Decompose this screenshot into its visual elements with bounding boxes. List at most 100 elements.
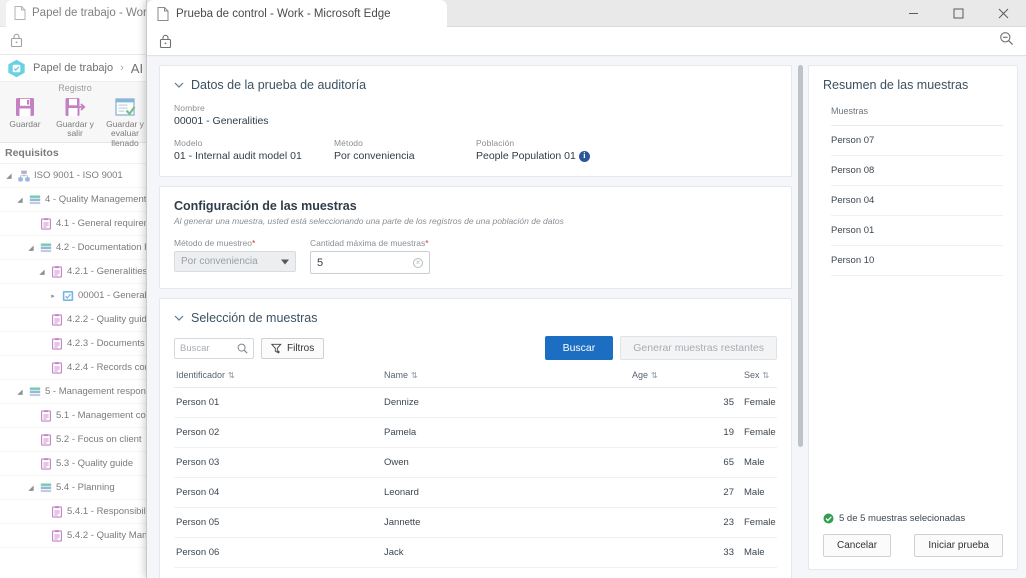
chevron-down-icon [174, 82, 184, 88]
requirements-tree[interactable]: ◢ ISO 9001 - ISO 9001 ◢ 4 - Quality Managem… [0, 164, 150, 548]
tree-item[interactable]: ◢ 4.2.1 - Generalities [0, 260, 150, 284]
table-row[interactable]: Person 03 Owen 65 Male [174, 447, 777, 478]
tree-twisty-expanded[interactable]: ◢ [26, 484, 36, 492]
table-row[interactable]: Person 06 Jack 33 Male [174, 537, 777, 568]
tree-item-label: 5.2 - Focus on client [56, 434, 142, 445]
tree-item-label: 4 - Quality Management System [45, 194, 150, 205]
background-address-bar[interactable] [0, 27, 150, 55]
tree-item[interactable]: ◢ ISO 9001 - ISO 9001 [0, 164, 150, 188]
search-button[interactable]: Buscar [544, 336, 614, 360]
clear-icon[interactable]: × [413, 257, 423, 268]
audit-data-detail-row: Modelo 01 - Internal audit model 01 Méto… [174, 138, 777, 162]
sort-icon: ⇅ [228, 371, 235, 380]
tree-twisty-expanded[interactable]: ◢ [37, 268, 47, 276]
column-header-identificador[interactable]: Identificador ⇅ [174, 370, 384, 388]
selection-section-header[interactable]: Selección de muestras [174, 311, 777, 325]
tree-item[interactable]: 5.1 - Management commitme [0, 404, 150, 428]
tree-item[interactable]: ▸ 00001 - Generalities [0, 284, 150, 308]
cell-sex: Male [744, 567, 777, 578]
background-titlebar: Papel de trabajo - Work - Mi [0, 0, 150, 27]
minimize-button[interactable] [891, 0, 936, 27]
save-button[interactable]: Guardar [0, 96, 50, 148]
cell-name: Pamela [384, 417, 632, 448]
save-and-exit-button[interactable]: Guardar y salir [50, 96, 100, 148]
tree-item[interactable]: ◢ 5 - Management responsability [0, 380, 150, 404]
status-badge: 5 de 5 muestras selecionadas [823, 513, 1003, 524]
tree-twisty-expanded[interactable]: ◢ [15, 196, 25, 204]
save-and-evaluate-button[interactable]: Guardar y evaluar llenado [100, 96, 150, 148]
cell-age: 37 [632, 567, 744, 578]
maximize-button[interactable] [936, 0, 981, 27]
metodo-field: Método Por conveniencia [334, 138, 476, 162]
summary-panel: Resumen de las muestras Muestras Person … [808, 57, 1026, 578]
column-header-identificador-label: Identificador [176, 370, 226, 380]
tree-twisty-expanded[interactable]: ◢ [4, 172, 14, 180]
vertical-scrollbar[interactable] [795, 59, 806, 576]
list-item[interactable]: Person 07 [831, 126, 1003, 156]
tree-twisty-expanded[interactable]: ◢ [15, 388, 25, 396]
app-logo-icon [8, 59, 25, 77]
sampling-method-select[interactable]: Por conveniencia [174, 251, 296, 272]
zoom-out-button[interactable] [999, 31, 1014, 51]
background-browser-tab[interactable]: Papel de trabajo - Work - Mi [6, 0, 150, 27]
list-item[interactable]: Person 10 [831, 246, 1003, 276]
table-row[interactable]: Person 02 Pamela 19 Female [174, 417, 777, 448]
search-icon [237, 343, 248, 354]
background-browser-window[interactable]: Papel de trabajo - Work - Mi Papel de tr… [0, 0, 150, 578]
column-header-name[interactable]: Name ⇅ [384, 370, 632, 388]
table-row[interactable]: Person 01 Dennize 35 Female [174, 387, 777, 418]
tree-item[interactable]: ◢ 5.4 - Planning [0, 476, 150, 500]
start-test-button[interactable]: Iniciar prueba [914, 534, 1003, 557]
tree-item[interactable]: 5.4.2 - Quality Manageme [0, 524, 150, 548]
tree-item[interactable]: 4.2.2 - Quality guide [0, 308, 150, 332]
requirement-icon [51, 337, 63, 350]
tree-twisty-collapsed[interactable]: ▸ [48, 292, 58, 300]
address-bar[interactable] [147, 27, 1026, 56]
info-icon[interactable]: i [578, 150, 590, 162]
tree-item[interactable]: 4.1 - General requirements [0, 212, 150, 236]
breadcrumb-app[interactable]: Papel de trabajo [33, 62, 113, 74]
requirement-icon [51, 529, 63, 542]
poblacion-field: Población People Population 01 i [476, 138, 777, 162]
poblacion-label: Población [476, 138, 515, 148]
max-samples-input[interactable]: 5 × [310, 251, 430, 274]
tree-item[interactable]: 5.4.1 - Responsibility and a [0, 500, 150, 524]
sort-icon: ⇅ [411, 371, 418, 380]
tree-item[interactable]: 4.2.4 - Records control [0, 356, 150, 380]
search-input[interactable]: Buscar [174, 337, 254, 359]
tree-item[interactable]: ◢ 4 - Quality Management System [0, 188, 150, 212]
filter-icon [271, 343, 282, 353]
main-content: Datos de la prueba de auditoría Nombre 0… [147, 57, 808, 578]
cell-sex: Female [744, 507, 777, 538]
tree-twisty-expanded[interactable]: ◢ [26, 244, 36, 252]
browser-tab[interactable]: Prueba de control - Work - Microsoft Edg… [147, 0, 447, 27]
table-row[interactable]: Person 05 Jannette 23 Female [174, 507, 777, 538]
audit-data-section-header[interactable]: Datos de la prueba de auditoría [174, 78, 777, 92]
poblacion-value-wrap: People Population 01 i [476, 150, 777, 162]
filters-button[interactable]: Filtros [261, 337, 325, 359]
cell-id: Person 02 [174, 417, 384, 448]
requirement-icon [51, 265, 63, 278]
table-row[interactable]: Person 07John37Male [174, 567, 777, 578]
list-item[interactable]: Person 01 [831, 216, 1003, 246]
column-header-sex[interactable]: Sex ⇅ [744, 370, 777, 388]
requirement-icon [51, 505, 63, 518]
tree-item[interactable]: ◢ 4.2 - Documentation Requireme [0, 236, 150, 260]
sampling-method-field: Método de muestreo* Por conveniencia [174, 238, 296, 274]
tree-item[interactable]: 4.2.3 - Documents control [0, 332, 150, 356]
close-button[interactable] [981, 0, 1026, 27]
tree-item[interactable]: 5.3 - Quality guide [0, 452, 150, 476]
requirement-icon [51, 361, 63, 374]
titlebar: Prueba de control - Work - Microsoft Edg… [147, 0, 1026, 27]
modelo-label: Modelo [174, 138, 203, 148]
table-row[interactable]: Person 04 Leonard 27 Male [174, 477, 777, 508]
scrollbar-thumb[interactable] [798, 65, 803, 447]
column-header-age[interactable]: Age ⇅ [632, 370, 744, 388]
list-item[interactable]: Person 04 [831, 186, 1003, 216]
cell-id: Person 06 [174, 537, 384, 568]
list-item[interactable]: Person 08 [831, 156, 1003, 186]
foreground-browser-window[interactable]: Prueba de control - Work - Microsoft Edg… [146, 0, 1026, 578]
tree-item[interactable]: 5.2 - Focus on client [0, 428, 150, 452]
sampling-method-value: Por conveniencia [181, 256, 258, 267]
cancel-button[interactable]: Cancelar [823, 534, 892, 557]
